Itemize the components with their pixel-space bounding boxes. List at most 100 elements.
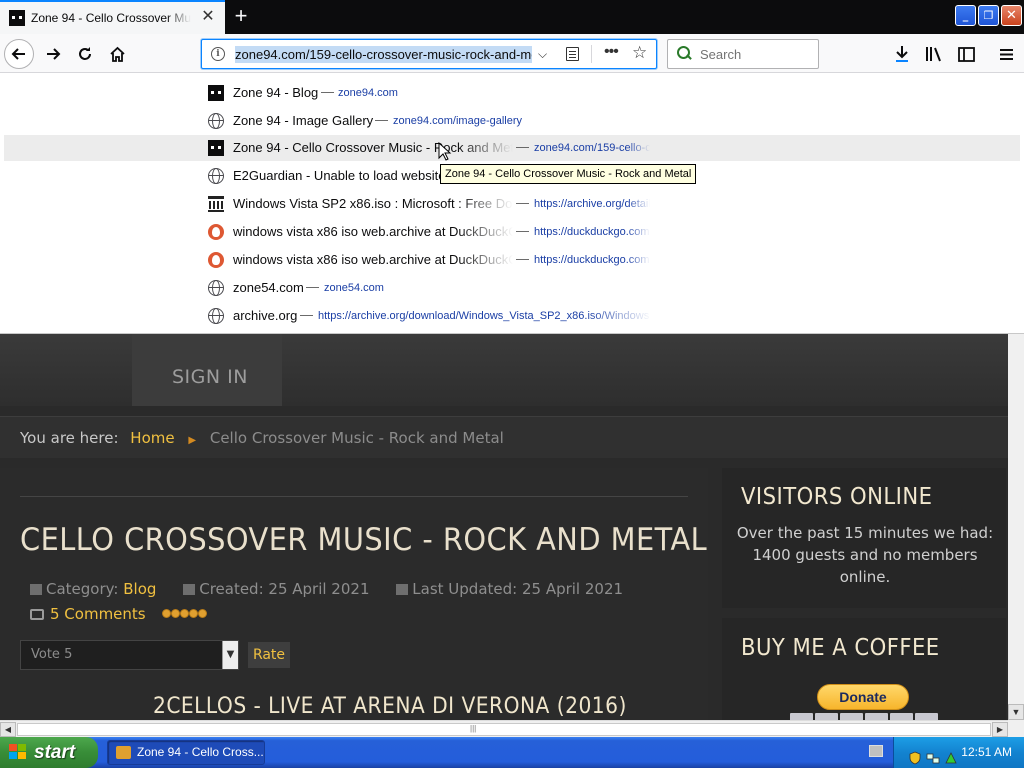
new-tab-button[interactable]: + <box>226 0 256 34</box>
row-url: https://duckduckgo.com <box>534 254 650 266</box>
visitors-online-module: VISITORS ONLINE Over the past 15 minutes… <box>722 468 1006 608</box>
autocomplete-row-selected[interactable]: Zone 94 - Cello Crossover Music - Rock a… <box>4 135 1020 161</box>
archive-icon <box>208 196 224 212</box>
sign-in-link[interactable]: SIGN IN <box>132 334 282 406</box>
page-actions-icon[interactable]: ••• <box>604 43 619 61</box>
created-date: Created: 25 April 2021 <box>199 580 370 598</box>
urlbar-separator <box>591 45 592 63</box>
row-title: zone54.com <box>233 280 304 295</box>
downloads-button[interactable] <box>888 39 916 69</box>
close-window-button[interactable]: ✕ <box>1001 5 1022 26</box>
rate-button[interactable]: Rate <box>248 642 290 668</box>
tab-title: Zone 94 - Cello Crossover Music - R <box>31 11 191 25</box>
tab-close-icon[interactable]: ✕ <box>200 9 216 25</box>
comments-line: 5 Comments <box>30 604 208 623</box>
search-placeholder: Search <box>700 46 742 62</box>
vertical-scrollbar[interactable]: ▼ <box>1008 334 1024 720</box>
back-button[interactable] <box>4 39 34 69</box>
row-title: windows vista x86 iso web.archive at Duc… <box>233 224 513 239</box>
taskbar-window-button[interactable]: Zone 94 - Cello Cross... <box>107 740 265 765</box>
visitors-title: VISITORS ONLINE <box>741 484 933 510</box>
row-separator: — <box>516 251 529 266</box>
horizontal-scroll-thumb[interactable] <box>17 723 991 736</box>
category-label: Category: <box>46 580 119 598</box>
duckduckgo-icon <box>208 224 224 240</box>
category-link[interactable]: Blog <box>123 580 156 598</box>
row-title: windows vista x86 iso web.archive at Duc… <box>233 252 513 267</box>
vote-select[interactable]: Vote 5 ▼ <box>20 640 239 670</box>
url-history-dropdown-icon[interactable]: ⌵ <box>538 47 554 62</box>
taskbar-window-label: Zone 94 - Cello Cross... <box>137 745 264 759</box>
home-button[interactable] <box>102 39 132 69</box>
start-label: start <box>34 742 76 763</box>
autocomplete-row[interactable]: windows vista x86 iso web.archive at Duc… <box>4 219 1020 245</box>
chevron-down-icon[interactable]: ▼ <box>222 641 238 669</box>
sidebar-button[interactable] <box>952 39 980 69</box>
reload-icon <box>79 47 91 60</box>
row-url: zone94.com/image-gallery <box>393 115 523 127</box>
url-text[interactable]: zone94.com/159-cello-crossover-music-roc… <box>235 45 532 63</box>
autocomplete-row[interactable]: Zone 94 - Blog — zone94.com <box>4 80 1020 106</box>
breadcrumb-current: Cello Crossover Music - Rock and Metal <box>209 429 504 447</box>
row-title: archive.org <box>233 308 298 323</box>
row-separator: — <box>516 139 529 154</box>
security-shield-icon[interactable] <box>908 746 922 765</box>
address-bar[interactable]: i zone94.com/159-cello-crossover-music-r… <box>201 39 657 69</box>
calendar-icon <box>396 584 409 595</box>
maximize-button[interactable]: ❐ <box>978 5 999 26</box>
article-title: CELLO CROSSOVER MUSIC - ROCK AND METAL <box>20 522 708 558</box>
calendar-icon <box>183 584 196 595</box>
scroll-right-icon[interactable]: ▶ <box>992 722 1008 737</box>
reader-view-icon[interactable] <box>566 47 579 61</box>
autocomplete-row[interactable]: archive.org — https://archive.org/downlo… <box>4 303 1020 329</box>
library-button[interactable] <box>920 39 948 69</box>
url-autocomplete-popup: Zone 94 - Blog — zone94.com Zone 94 - Im… <box>0 73 1024 334</box>
scroll-grip-icon: ||| <box>470 724 477 733</box>
bookmark-star-icon[interactable]: ☆ <box>632 43 647 63</box>
zone94-site-icon <box>208 85 224 101</box>
row-separator: — <box>375 112 388 127</box>
start-button[interactable]: start <box>0 737 98 768</box>
autocomplete-row[interactable]: zone54.com — zone54.com <box>4 275 1020 301</box>
forward-arrow-icon <box>47 48 61 60</box>
system-tray: 12:51 AM <box>893 737 1024 768</box>
autocomplete-row[interactable]: Windows Vista SP2 x86.iso : Microsoft : … <box>4 191 1020 217</box>
row-title: Zone 94 - Cello Crossover Music - Rock a… <box>233 140 513 155</box>
hamburger-menu-icon <box>999 48 1013 60</box>
library-icon <box>926 47 941 62</box>
browser-tab[interactable]: Zone 94 - Cello Crossover Music - R ✕ <box>0 0 225 34</box>
breadcrumb-home-link[interactable]: Home <box>130 429 174 447</box>
row-url: zone54.com <box>324 282 384 294</box>
comment-icon <box>30 609 44 620</box>
minimize-button[interactable]: _ <box>955 5 976 26</box>
horizontal-scrollbar[interactable]: ◀ ||| ▶ <box>0 720 1008 737</box>
breadcrumb: You are here: Home ▶ Cello Crossover Mus… <box>0 416 1008 458</box>
tab-strip: Zone 94 - Cello Crossover Music - R ✕ + … <box>0 0 1024 34</box>
visitors-text: Over the past 15 minutes we had: 1400 gu… <box>736 524 994 586</box>
rating-star-icon <box>198 609 208 618</box>
row-title: Zone 94 - Blog <box>233 85 319 100</box>
rating-star-icon <box>171 609 181 618</box>
row-title: Zone 94 - Image Gallery <box>233 113 374 128</box>
search-box[interactable]: Search <box>667 39 819 69</box>
row-separator: — <box>306 279 319 294</box>
zone94-site-icon <box>208 140 224 156</box>
scroll-down-icon[interactable]: ▼ <box>1008 704 1024 720</box>
site-info-icon[interactable]: i <box>211 47 225 61</box>
network-icon[interactable] <box>926 746 940 764</box>
breadcrumb-arrow-icon: ▶ <box>188 435 197 446</box>
autocomplete-row[interactable]: windows vista x86 iso web.archive at Duc… <box>4 247 1020 273</box>
autocomplete-row[interactable]: Zone 94 - Image Gallery — zone94.com/ima… <box>4 108 1020 134</box>
keyboard-icon[interactable] <box>869 745 883 757</box>
reload-button[interactable] <box>70 39 100 69</box>
download-arrow-icon <box>896 46 908 62</box>
donate-button[interactable]: Donate <box>817 684 909 710</box>
row-url: https://duckduckgo.com <box>534 226 650 238</box>
home-icon <box>109 46 125 62</box>
comments-link[interactable]: 5 Comments <box>50 605 146 623</box>
globe-icon <box>208 113 224 129</box>
forward-button[interactable] <box>38 39 68 69</box>
menu-button[interactable] <box>992 39 1020 69</box>
scroll-left-icon[interactable]: ◀ <box>0 722 16 737</box>
safely-remove-icon[interactable] <box>944 746 958 764</box>
